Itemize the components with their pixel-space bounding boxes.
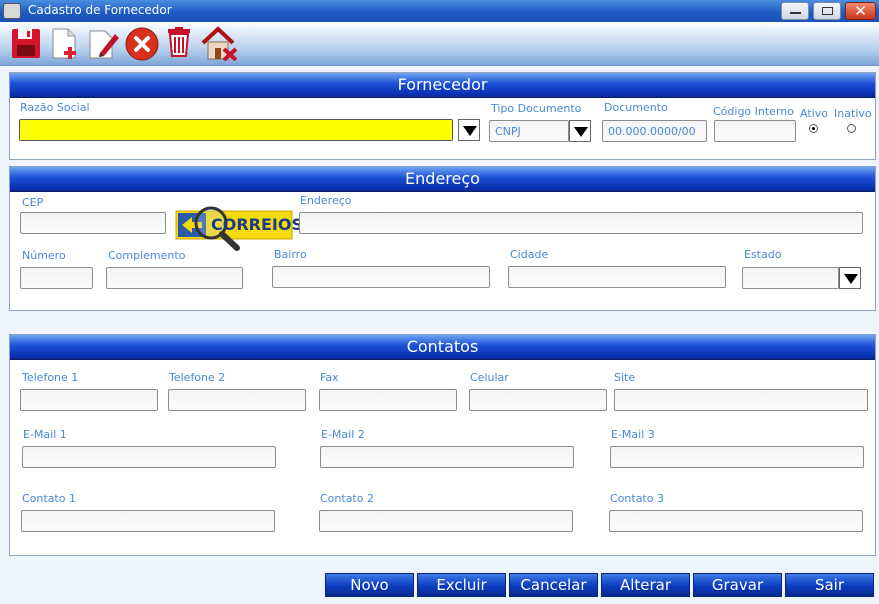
correios-logo-text: CORREIOS — [211, 215, 303, 234]
site-input[interactable] — [614, 389, 868, 411]
tipo-documento-select[interactable]: CNPJ — [489, 120, 569, 142]
ativo-radio[interactable] — [809, 124, 818, 133]
contato3-input[interactable] — [609, 510, 863, 532]
email2-input[interactable] — [320, 446, 574, 468]
numero-label: Número — [22, 249, 66, 262]
trash-icon — [168, 27, 190, 57]
tipo-documento-label: Tipo Documento — [491, 102, 582, 115]
telefone2-label: Telefone 2 — [169, 371, 226, 384]
cancel-icon — [125, 27, 159, 61]
gravar-button[interactable]: Gravar — [693, 573, 782, 597]
novo-button[interactable]: Novo — [325, 573, 414, 597]
contatos-group: Contatos Telefone 1 Telefone 2 Fax Celul… — [9, 334, 876, 556]
fax-label: Fax — [320, 371, 339, 384]
razao-social-label: Razão Social — [20, 101, 90, 114]
bairro-input[interactable] — [272, 266, 490, 288]
email1-label: E-Mail 1 — [23, 428, 67, 441]
documento-label: Documento — [604, 101, 668, 114]
tipo-documento-dropdown-button[interactable] — [569, 120, 591, 142]
alterar-button[interactable]: Alterar — [601, 573, 690, 597]
cancel-toolbar-button[interactable] — [124, 25, 160, 61]
close-icon: ✕ — [854, 2, 867, 20]
endereco-header: Endereço — [10, 167, 875, 192]
title-bar: Cadastro de Fornecedor ✕ — [0, 0, 879, 22]
contato2-label: Contato 2 — [320, 492, 374, 505]
codigo-interno-label: Código Interno — [713, 105, 794, 118]
exit-toolbar-button[interactable] — [200, 25, 240, 62]
window-title: Cadastro de Fornecedor — [28, 3, 172, 17]
site-label: Site — [614, 371, 636, 384]
cep-label: CEP — [22, 196, 44, 209]
endereco-label: Endereço — [300, 194, 352, 207]
fornecedor-group: Fornecedor Razão Social Tipo Documento C… — [9, 72, 876, 160]
home-exit-icon — [201, 26, 238, 62]
telefone2-input[interactable] — [168, 389, 306, 411]
floppy-disk-icon — [12, 29, 40, 58]
bairro-label: Bairro — [274, 248, 307, 261]
email2-label: E-Mail 2 — [321, 428, 365, 441]
endereco-input[interactable] — [299, 212, 863, 234]
estado-dropdown-button[interactable] — [839, 267, 861, 289]
email3-input[interactable] — [610, 446, 864, 468]
toolbar — [0, 22, 879, 66]
contato2-input[interactable] — [319, 510, 573, 532]
numero-input[interactable] — [20, 267, 93, 289]
contatos-header: Contatos — [10, 335, 875, 360]
edit-document-icon — [89, 30, 119, 59]
telefone1-input[interactable] — [20, 389, 158, 411]
minimize-button[interactable] — [781, 2, 809, 20]
complemento-input[interactable] — [106, 267, 243, 289]
contato3-label: Contato 3 — [610, 492, 664, 505]
cep-input[interactable] — [20, 212, 166, 234]
cidade-input[interactable] — [508, 266, 726, 288]
sair-button[interactable]: Sair — [785, 573, 874, 597]
codigo-interno-input[interactable] — [714, 120, 796, 142]
maximize-button[interactable] — [813, 2, 841, 20]
estado-select[interactable] — [742, 267, 839, 289]
inativo-label: Inativo — [834, 107, 872, 120]
complemento-label: Complemento — [108, 249, 186, 262]
razao-social-input[interactable] — [19, 119, 453, 141]
edit-toolbar-button[interactable] — [86, 25, 122, 61]
endereco-group: Endereço CEP CORREIOS Endereço Número Co… — [9, 166, 876, 311]
contato1-label: Contato 1 — [22, 492, 76, 505]
cancelar-button[interactable]: Cancelar — [509, 573, 598, 597]
celular-input[interactable] — [469, 389, 607, 411]
ativo-label: Ativo — [800, 107, 828, 120]
new-document-icon — [52, 28, 76, 59]
fax-input[interactable] — [319, 389, 457, 411]
email1-input[interactable] — [22, 446, 276, 468]
celular-label: Celular — [470, 371, 509, 384]
documento-input[interactable]: 00.000.0000/00 — [602, 120, 707, 142]
inativo-radio[interactable] — [847, 124, 856, 133]
app-icon — [3, 3, 21, 19]
cidade-label: Cidade — [510, 248, 549, 261]
excluir-button[interactable]: Excluir — [417, 573, 506, 597]
delete-toolbar-button[interactable] — [162, 25, 198, 61]
fornecedor-header: Fornecedor — [10, 73, 875, 98]
razao-social-dropdown-button[interactable] — [458, 119, 480, 141]
close-window-button[interactable]: ✕ — [845, 2, 876, 20]
contato1-input[interactable] — [21, 510, 275, 532]
estado-label: Estado — [744, 248, 782, 261]
email3-label: E-Mail 3 — [611, 428, 655, 441]
save-toolbar-button[interactable] — [9, 25, 45, 61]
new-toolbar-button[interactable] — [48, 25, 84, 61]
maximize-icon — [822, 7, 833, 15]
telefone1-label: Telefone 1 — [22, 371, 79, 384]
minimize-icon — [790, 12, 801, 14]
